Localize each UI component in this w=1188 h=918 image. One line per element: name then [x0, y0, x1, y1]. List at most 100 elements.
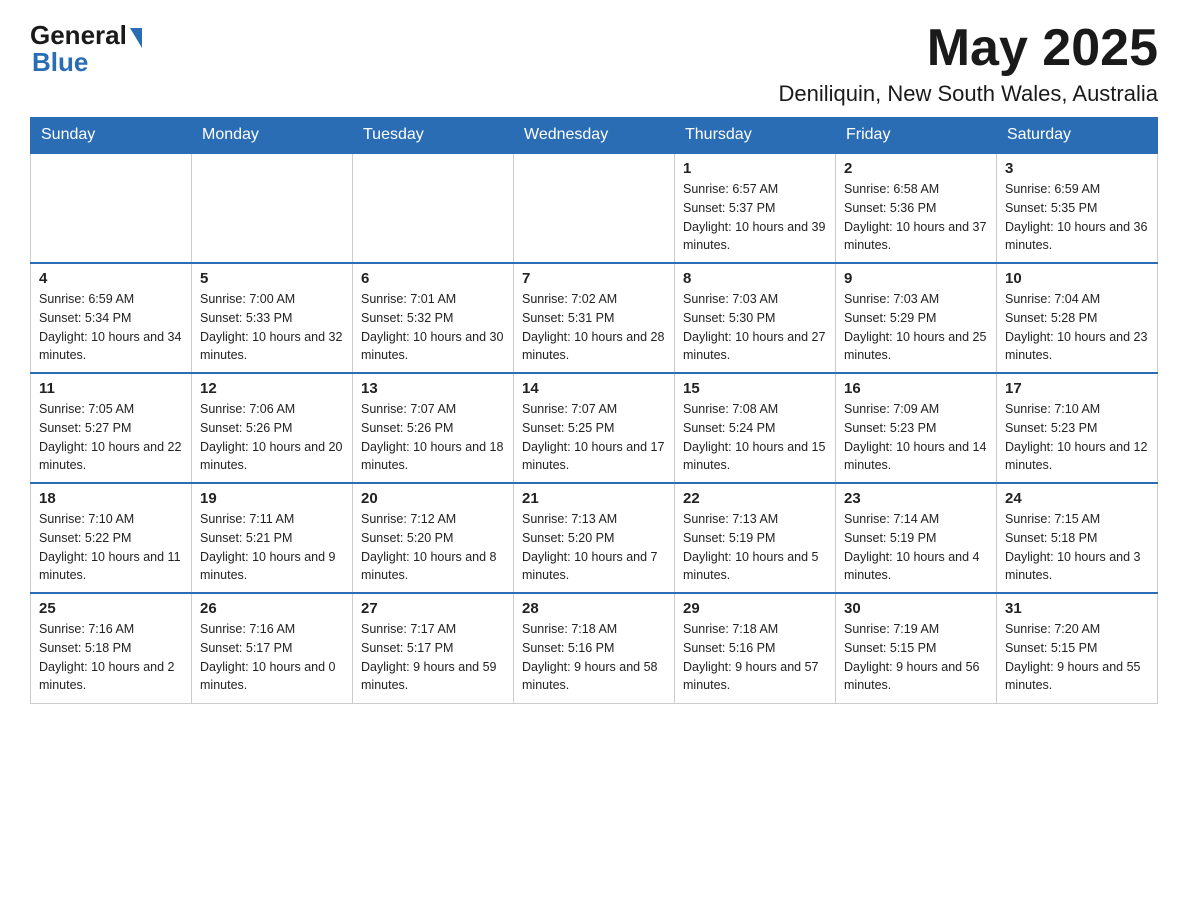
calendar-day-cell: 3 Sunrise: 6:59 AM Sunset: 5:35 PM Daylig… [997, 153, 1158, 263]
day-number: 4 [39, 270, 183, 287]
day-info: Sunrise: 7:14 AM Sunset: 5:19 PM Dayligh… [844, 510, 988, 585]
calendar-day-header: Wednesday [514, 118, 675, 154]
page-header: General Blue May 2025 Deniliquin, New So… [30, 20, 1158, 107]
day-info: Sunrise: 7:09 AM Sunset: 5:23 PM Dayligh… [844, 400, 988, 475]
day-info: Sunrise: 7:16 AM Sunset: 5:18 PM Dayligh… [39, 620, 183, 695]
logo: General Blue [30, 20, 142, 78]
calendar-day-cell: 8 Sunrise: 7:03 AM Sunset: 5:30 PM Daylig… [675, 263, 836, 373]
day-info: Sunrise: 7:12 AM Sunset: 5:20 PM Dayligh… [361, 510, 505, 585]
day-info: Sunrise: 7:17 AM Sunset: 5:17 PM Dayligh… [361, 620, 505, 695]
day-number: 24 [1005, 490, 1149, 507]
calendar-day-cell: 27Sunrise: 7:17 AM Sunset: 5:17 PM Dayli… [353, 593, 514, 703]
calendar-header-row: SundayMondayTuesdayWednesdayThursdayFrid… [31, 118, 1158, 154]
calendar-week-row: 25 Sunrise: 7:16 AM Sunset: 5:18 PM Dayli… [31, 593, 1158, 703]
month-year-title: May 2025 [779, 20, 1158, 77]
calendar-day-cell: 30 Sunrise: 7:19 AM Sunset: 5:15 PM Dayli… [836, 593, 997, 703]
calendar-day-cell [192, 153, 353, 263]
day-number: 8 [683, 270, 827, 287]
day-number: 13 [361, 380, 505, 397]
calendar-day-cell: 16 Sunrise: 7:09 AM Sunset: 5:23 PM Dayli… [836, 373, 997, 483]
calendar-day-cell: 31Sunrise: 7:20 AM Sunset: 5:15 PM Dayli… [997, 593, 1158, 703]
day-number: 3 [1005, 160, 1149, 177]
calendar-day-cell: 20Sunrise: 7:12 AM Sunset: 5:20 PM Dayli… [353, 483, 514, 593]
calendar-day-header: Monday [192, 118, 353, 154]
day-number: 9 [844, 270, 988, 287]
calendar-day-cell: 23 Sunrise: 7:14 AM Sunset: 5:19 PM Dayli… [836, 483, 997, 593]
day-number: 19 [200, 490, 344, 507]
day-number: 30 [844, 600, 988, 617]
day-number: 12 [200, 380, 344, 397]
calendar-day-cell: 11 Sunrise: 7:05 AM Sunset: 5:27 PM Dayli… [31, 373, 192, 483]
day-number: 15 [683, 380, 827, 397]
calendar-week-row: 4 Sunrise: 6:59 AM Sunset: 5:34 PM Daylig… [31, 263, 1158, 373]
calendar-day-cell: 6 Sunrise: 7:01 AM Sunset: 5:32 PM Daylig… [353, 263, 514, 373]
day-number: 21 [522, 490, 666, 507]
day-info: Sunrise: 7:03 AM Sunset: 5:29 PM Dayligh… [844, 290, 988, 365]
calendar-day-cell: 5 Sunrise: 7:00 AM Sunset: 5:33 PM Daylig… [192, 263, 353, 373]
calendar-day-cell: 19 Sunrise: 7:11 AM Sunset: 5:21 PM Dayli… [192, 483, 353, 593]
day-number: 22 [683, 490, 827, 507]
calendar-day-cell: 18 Sunrise: 7:10 AM Sunset: 5:22 PM Dayli… [31, 483, 192, 593]
day-number: 1 [683, 160, 827, 177]
calendar-day-cell [353, 153, 514, 263]
logo-blue-text: Blue [32, 47, 88, 78]
day-number: 29 [683, 600, 827, 617]
day-info: Sunrise: 7:13 AM Sunset: 5:20 PM Dayligh… [522, 510, 666, 585]
day-info: Sunrise: 6:59 AM Sunset: 5:34 PM Dayligh… [39, 290, 183, 365]
day-info: Sunrise: 6:59 AM Sunset: 5:35 PM Dayligh… [1005, 180, 1149, 255]
day-info: Sunrise: 7:07 AM Sunset: 5:26 PM Dayligh… [361, 400, 505, 475]
day-number: 5 [200, 270, 344, 287]
day-number: 7 [522, 270, 666, 287]
calendar-day-cell: 25 Sunrise: 7:16 AM Sunset: 5:18 PM Dayli… [31, 593, 192, 703]
day-info: Sunrise: 7:18 AM Sunset: 5:16 PM Dayligh… [522, 620, 666, 695]
calendar-day-cell: 2 Sunrise: 6:58 AM Sunset: 5:36 PM Daylig… [836, 153, 997, 263]
day-info: Sunrise: 7:11 AM Sunset: 5:21 PM Dayligh… [200, 510, 344, 585]
day-info: Sunrise: 7:04 AM Sunset: 5:28 PM Dayligh… [1005, 290, 1149, 365]
calendar-day-cell: 15 Sunrise: 7:08 AM Sunset: 5:24 PM Dayli… [675, 373, 836, 483]
calendar-day-cell: 1Sunrise: 6:57 AM Sunset: 5:37 PM Daylig… [675, 153, 836, 263]
calendar-day-cell: 10 Sunrise: 7:04 AM Sunset: 5:28 PM Dayli… [997, 263, 1158, 373]
calendar-day-header: Friday [836, 118, 997, 154]
calendar-day-header: Thursday [675, 118, 836, 154]
day-number: 16 [844, 380, 988, 397]
day-info: Sunrise: 7:07 AM Sunset: 5:25 PM Dayligh… [522, 400, 666, 475]
day-info: Sunrise: 7:01 AM Sunset: 5:32 PM Dayligh… [361, 290, 505, 365]
day-number: 18 [39, 490, 183, 507]
calendar-week-row: 18 Sunrise: 7:10 AM Sunset: 5:22 PM Dayli… [31, 483, 1158, 593]
day-info: Sunrise: 7:00 AM Sunset: 5:33 PM Dayligh… [200, 290, 344, 365]
day-number: 10 [1005, 270, 1149, 287]
calendar-week-row: 1Sunrise: 6:57 AM Sunset: 5:37 PM Daylig… [31, 153, 1158, 263]
day-number: 2 [844, 160, 988, 177]
day-number: 6 [361, 270, 505, 287]
calendar-day-cell: 28 Sunrise: 7:18 AM Sunset: 5:16 PM Dayli… [514, 593, 675, 703]
location-subtitle: Deniliquin, New South Wales, Australia [779, 81, 1158, 107]
day-info: Sunrise: 7:13 AM Sunset: 5:19 PM Dayligh… [683, 510, 827, 585]
day-info: Sunrise: 7:08 AM Sunset: 5:24 PM Dayligh… [683, 400, 827, 475]
day-info: Sunrise: 7:02 AM Sunset: 5:31 PM Dayligh… [522, 290, 666, 365]
day-info: Sunrise: 7:05 AM Sunset: 5:27 PM Dayligh… [39, 400, 183, 475]
day-number: 26 [200, 600, 344, 617]
calendar-day-header: Tuesday [353, 118, 514, 154]
calendar-day-cell: 17Sunrise: 7:10 AM Sunset: 5:23 PM Dayli… [997, 373, 1158, 483]
day-info: Sunrise: 7:19 AM Sunset: 5:15 PM Dayligh… [844, 620, 988, 695]
day-info: Sunrise: 7:10 AM Sunset: 5:23 PM Dayligh… [1005, 400, 1149, 475]
day-number: 25 [39, 600, 183, 617]
calendar-day-header: Saturday [997, 118, 1158, 154]
day-info: Sunrise: 7:06 AM Sunset: 5:26 PM Dayligh… [200, 400, 344, 475]
calendar-day-cell: 4 Sunrise: 6:59 AM Sunset: 5:34 PM Daylig… [31, 263, 192, 373]
day-number: 31 [1005, 600, 1149, 617]
day-info: Sunrise: 7:03 AM Sunset: 5:30 PM Dayligh… [683, 290, 827, 365]
day-info: Sunrise: 6:58 AM Sunset: 5:36 PM Dayligh… [844, 180, 988, 255]
day-info: Sunrise: 7:16 AM Sunset: 5:17 PM Dayligh… [200, 620, 344, 695]
calendar-day-cell: 21 Sunrise: 7:13 AM Sunset: 5:20 PM Dayli… [514, 483, 675, 593]
calendar-day-cell [31, 153, 192, 263]
day-info: Sunrise: 7:18 AM Sunset: 5:16 PM Dayligh… [683, 620, 827, 695]
calendar-day-cell: 26 Sunrise: 7:16 AM Sunset: 5:17 PM Dayli… [192, 593, 353, 703]
day-info: Sunrise: 7:10 AM Sunset: 5:22 PM Dayligh… [39, 510, 183, 585]
calendar-day-cell [514, 153, 675, 263]
day-number: 14 [522, 380, 666, 397]
day-number: 28 [522, 600, 666, 617]
calendar-week-row: 11 Sunrise: 7:05 AM Sunset: 5:27 PM Dayli… [31, 373, 1158, 483]
day-number: 23 [844, 490, 988, 507]
day-number: 11 [39, 380, 183, 397]
